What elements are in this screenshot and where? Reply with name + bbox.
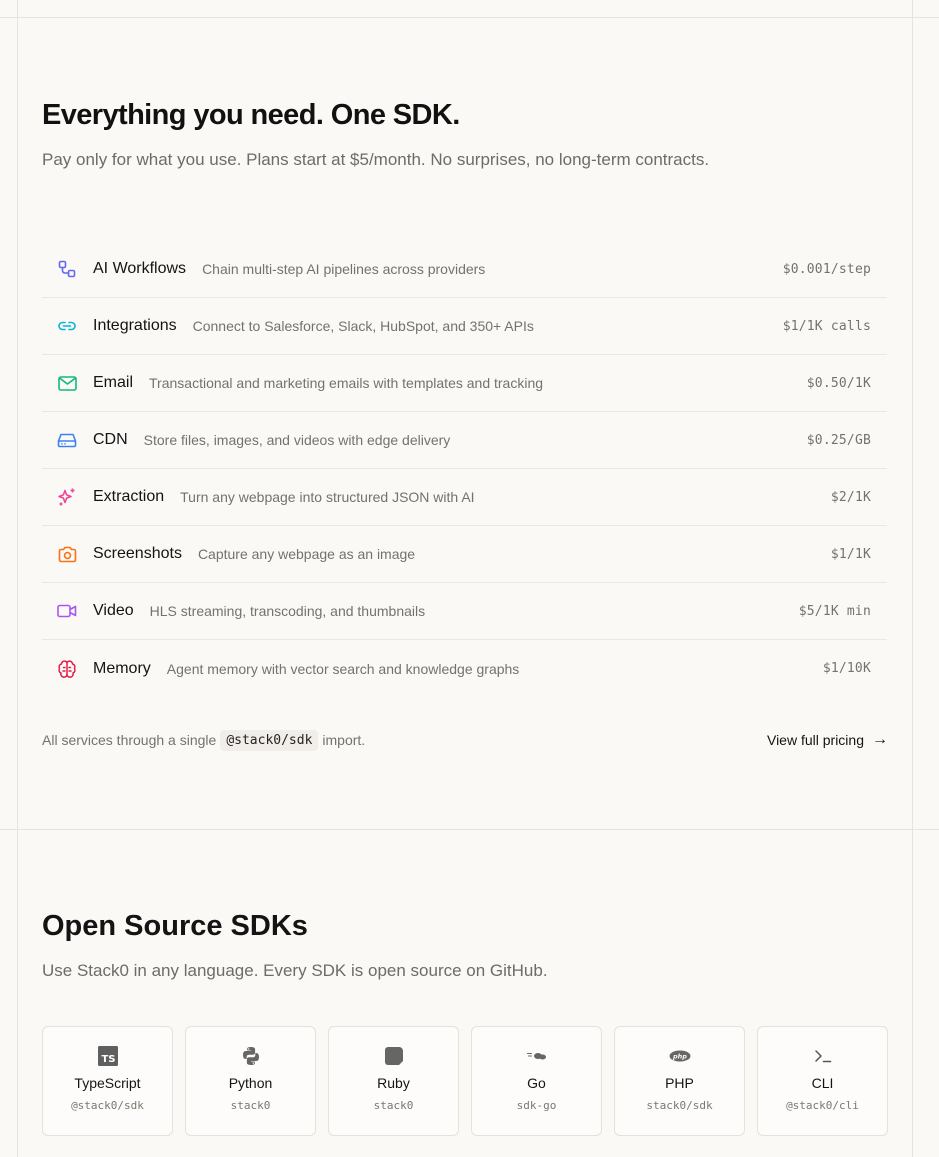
sdk-import-code: @stack0/sdk [220, 729, 319, 751]
sdk-package: stack0/sdk [646, 1099, 713, 1112]
sdk-import-note: All services through a single @stack0/sd… [42, 729, 366, 751]
sdk-name: Ruby [377, 1075, 410, 1091]
php-badge-text: php [672, 1053, 687, 1061]
service-name: AI Workflows [93, 260, 187, 277]
service-name: Email [93, 374, 134, 391]
arrow-right-icon: → [872, 731, 888, 748]
sdk-card-go[interactable]: Go sdk-go [471, 1026, 602, 1136]
service-price: $0.001/step [782, 261, 871, 277]
sdk-card-php[interactable]: php PHP stack0/sdk [614, 1026, 745, 1136]
sdk-name: CLI [811, 1075, 834, 1091]
pricing-title: Everything you need. One SDK. [42, 99, 460, 131]
service-price: $1/1K [830, 546, 871, 562]
terminal-icon [812, 1045, 834, 1067]
footer-prefix: All services through a single [42, 732, 217, 748]
sdk-package: @stack0/sdk [71, 1099, 144, 1112]
section-divider [0, 829, 939, 830]
sdk-package: @stack0/cli [786, 1099, 859, 1112]
service-name: Memory [93, 659, 151, 677]
sparkles-icon [56, 486, 78, 508]
sdk-package: stack0 [373, 1099, 414, 1112]
view-pricing-link[interactable]: View full pricing → [767, 731, 888, 749]
service-row-extraction[interactable]: Extraction Turn any webpage into structu… [42, 469, 887, 526]
brain-icon [56, 658, 78, 680]
sdk-card-ruby[interactable]: Ruby stack0 [328, 1026, 459, 1136]
sdk-name: Python [228, 1075, 273, 1091]
pricing-footer: All services through a single @stack0/sd… [42, 726, 888, 754]
workflow-icon [56, 258, 78, 280]
service-row-integrations[interactable]: Integrations Connect to Salesforce, Slac… [42, 298, 887, 355]
sdk-subtitle: Use Stack0 in any language. Every SDK is… [42, 961, 548, 980]
pricing-subtitle: Pay only for what you use. Plans start a… [42, 150, 710, 169]
service-price: $0.25/GB [806, 432, 871, 448]
service-row-cdn[interactable]: CDN Store files, images, and videos with… [42, 412, 887, 469]
ruby-icon [383, 1045, 405, 1067]
service-name: CDN [93, 431, 128, 448]
video-icon [56, 600, 78, 622]
service-name: Extraction [93, 488, 165, 505]
frame-divider-right [912, 0, 913, 1157]
frame-divider-top [0, 17, 939, 18]
python-icon [240, 1045, 262, 1067]
sdk-title: Open Source SDKs [42, 910, 308, 942]
sdk-package: stack0 [230, 1099, 271, 1112]
service-row-screenshots[interactable]: Screenshots Capture any webpage as an im… [42, 526, 887, 583]
sdk-card-cli[interactable]: CLI @stack0/cli [757, 1026, 888, 1136]
service-name: Video [93, 602, 134, 619]
frame-divider-left [17, 0, 18, 1157]
hard-drive-icon [56, 429, 78, 451]
service-description: HLS streaming, transcoding, and thumbnai… [149, 603, 426, 619]
sdk-card-typescript[interactable]: TS TypeScript @stack0/sdk [42, 1026, 173, 1136]
service-description: Agent memory with vector search and know… [166, 660, 520, 677]
service-description: Chain multi-step AI pipelines across pro… [202, 261, 486, 277]
camera-icon [56, 543, 78, 565]
service-row-email[interactable]: Email Transactional and marketing emails… [42, 355, 887, 412]
sdk-package: sdk-go [516, 1099, 557, 1112]
service-row-memory[interactable]: Memory Agent memory with vector search a… [42, 640, 887, 697]
service-price: $0.50/1K [806, 375, 871, 391]
service-name: Integrations [93, 317, 177, 334]
view-pricing-label: View full pricing [766, 732, 864, 748]
link-icon [56, 315, 78, 337]
sdk-grid: TS TypeScript @stack0/sdk Python stack0 [42, 1026, 888, 1136]
sdk-name: Go [527, 1075, 546, 1091]
service-row-video[interactable]: Video HLS streaming, transcoding, and th… [42, 583, 887, 640]
sdk-card-python[interactable]: Python stack0 [185, 1026, 316, 1136]
service-description: Capture any webpage as an image [197, 546, 416, 562]
service-price: $1/10K [822, 661, 871, 676]
service-price: $1/1K calls [782, 318, 871, 334]
service-description: Turn any webpage into structured JSON wi… [180, 489, 475, 505]
sdk-name: PHP [665, 1075, 694, 1091]
service-row-ai-workflows[interactable]: AI Workflows Chain multi-step AI pipelin… [42, 241, 887, 298]
php-icon: php [669, 1045, 691, 1067]
service-description: Transactional and marketing emails with … [149, 375, 544, 391]
typescript-icon: TS [97, 1045, 119, 1067]
go-icon [526, 1045, 548, 1067]
service-price: $5/1K min [798, 603, 871, 619]
service-description: Connect to Salesforce, Slack, HubSpot, a… [192, 318, 534, 334]
sdk-name: TypeScript [74, 1075, 141, 1091]
service-description: Store files, images, and videos with edg… [143, 432, 451, 448]
footer-suffix: import. [322, 732, 366, 748]
service-name: Screenshots [93, 545, 182, 562]
service-price: $2/1K [830, 489, 871, 505]
mail-icon [56, 372, 78, 394]
service-list: AI Workflows Chain multi-step AI pipelin… [42, 241, 887, 697]
ts-badge-text: TS [101, 1054, 115, 1065]
